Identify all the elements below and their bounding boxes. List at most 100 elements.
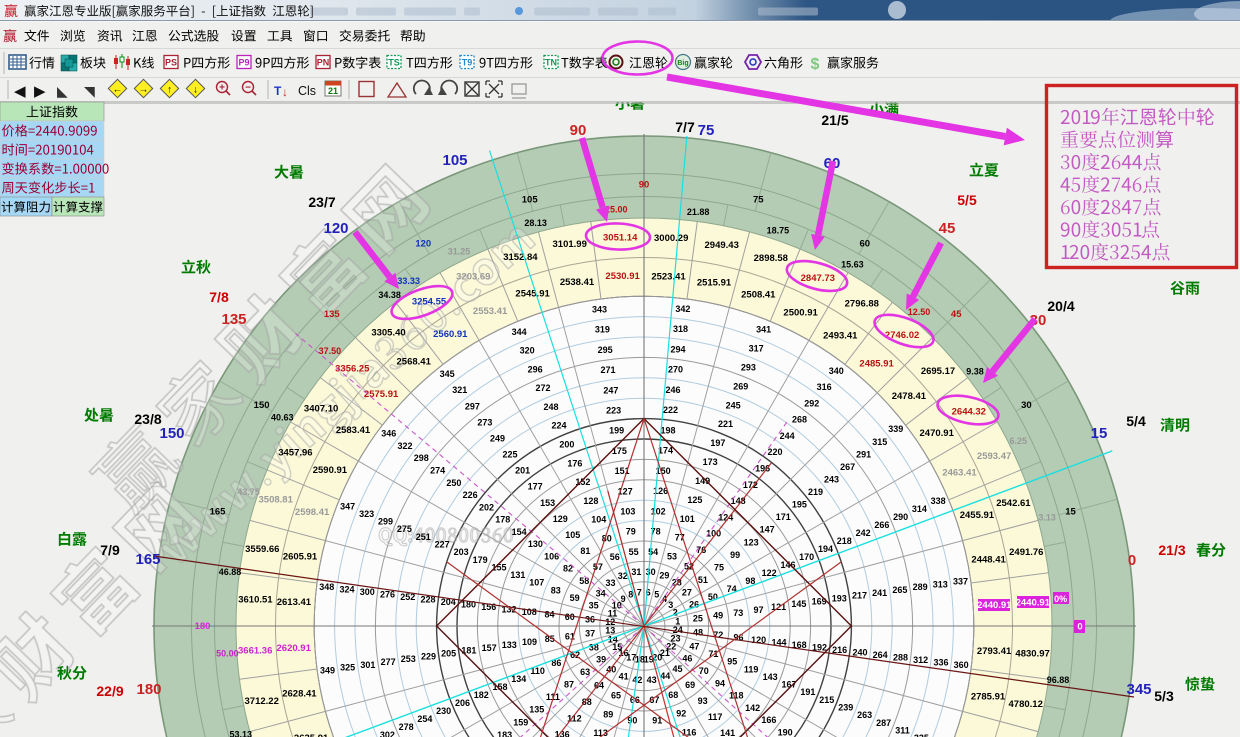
svg-text:317: 317 <box>749 344 764 354</box>
svg-text:222: 222 <box>663 405 678 415</box>
svg-text:271: 271 <box>600 365 615 375</box>
svg-text:90: 90 <box>570 122 587 139</box>
svg-text:2695.17: 2695.17 <box>921 366 955 377</box>
svg-text:3457.96: 3457.96 <box>278 448 312 459</box>
svg-text:29: 29 <box>659 571 669 581</box>
svg-text:200: 200 <box>559 440 574 450</box>
svg-text:2620.91: 2620.91 <box>277 643 312 654</box>
svg-text:274: 274 <box>430 466 445 476</box>
svg-text:22/9: 22/9 <box>96 683 123 699</box>
svg-text:196: 196 <box>755 464 770 474</box>
svg-text:319: 319 <box>595 325 610 335</box>
svg-text:108: 108 <box>522 607 537 617</box>
svg-text:290: 290 <box>893 512 908 522</box>
svg-text:79: 79 <box>626 527 636 537</box>
svg-text:175: 175 <box>612 446 627 456</box>
svg-text:30: 30 <box>1021 400 1032 411</box>
svg-text:227: 227 <box>435 540 450 550</box>
svg-text:179: 179 <box>473 555 488 565</box>
svg-text:154: 154 <box>512 527 527 537</box>
svg-text:291: 291 <box>856 449 871 459</box>
svg-text:+: + <box>219 83 225 94</box>
svg-text:181: 181 <box>461 646 476 656</box>
svg-text:2491.76: 2491.76 <box>1009 547 1043 558</box>
svg-text:27: 27 <box>682 588 692 598</box>
svg-text:169: 169 <box>812 596 827 606</box>
svg-text:2455.91: 2455.91 <box>960 510 995 521</box>
svg-text:T9: T9 <box>462 58 473 68</box>
svg-text:198: 198 <box>660 425 675 435</box>
svg-text:◀: ◀ <box>14 83 26 100</box>
svg-text:3610.51: 3610.51 <box>238 594 273 605</box>
svg-text:342: 342 <box>675 304 690 314</box>
svg-text:9.38: 9.38 <box>966 367 984 377</box>
svg-text:105: 105 <box>565 530 580 540</box>
svg-text:◣: ◣ <box>57 83 68 99</box>
svg-text:247: 247 <box>603 385 618 395</box>
svg-text:2: 2 <box>673 608 678 618</box>
svg-text:134: 134 <box>511 674 526 684</box>
svg-text:2575.91: 2575.91 <box>364 389 399 400</box>
svg-text:217: 217 <box>852 591 867 601</box>
svg-text:84: 84 <box>544 609 554 619</box>
svg-text:3305.40: 3305.40 <box>371 328 405 339</box>
svg-text:348: 348 <box>319 582 334 592</box>
svg-text:3203.69: 3203.69 <box>456 271 490 282</box>
svg-text:99: 99 <box>730 550 740 560</box>
svg-text:21/3: 21/3 <box>1158 542 1185 558</box>
svg-text:5/4: 5/4 <box>1126 413 1146 429</box>
svg-text:TS: TS <box>388 58 400 68</box>
svg-text:299: 299 <box>378 517 393 527</box>
svg-text:3508.81: 3508.81 <box>259 495 294 506</box>
svg-text:↓: ↓ <box>193 85 198 96</box>
svg-text:312: 312 <box>913 655 928 665</box>
svg-text:46: 46 <box>682 654 692 664</box>
svg-text:133: 133 <box>502 640 517 650</box>
svg-text:93: 93 <box>698 696 708 706</box>
svg-text:253: 253 <box>401 654 416 664</box>
svg-text:2628.41: 2628.41 <box>282 689 317 700</box>
svg-text:56: 56 <box>610 552 620 562</box>
svg-text:0: 0 <box>1128 552 1136 569</box>
svg-text:21/5: 21/5 <box>821 112 848 128</box>
svg-text:2500.91: 2500.91 <box>783 307 818 318</box>
svg-text:7/7: 7/7 <box>675 119 695 135</box>
svg-text:Big: Big <box>677 60 688 67</box>
svg-text:180: 180 <box>136 681 161 698</box>
svg-text:←: ← <box>113 85 123 96</box>
svg-text:2583.41: 2583.41 <box>336 425 371 436</box>
svg-text:23/8: 23/8 <box>134 411 161 427</box>
svg-text:23: 23 <box>670 634 680 644</box>
svg-text:94: 94 <box>715 678 725 688</box>
svg-text:318: 318 <box>673 324 688 334</box>
svg-text:65: 65 <box>611 690 621 700</box>
svg-text:322: 322 <box>397 441 412 451</box>
svg-text:323: 323 <box>359 509 374 519</box>
svg-text:241: 241 <box>872 588 887 598</box>
svg-text:224: 224 <box>551 421 566 431</box>
svg-text:248: 248 <box>543 402 558 412</box>
svg-text:190: 190 <box>778 727 793 737</box>
svg-text:297: 297 <box>465 401 480 411</box>
svg-text:215: 215 <box>819 695 834 705</box>
svg-text:116: 116 <box>682 727 697 737</box>
svg-text:316: 316 <box>817 382 832 392</box>
svg-text:2508.41: 2508.41 <box>741 290 776 301</box>
svg-text:68: 68 <box>668 690 678 700</box>
svg-text:176: 176 <box>567 458 582 468</box>
svg-text:21: 21 <box>328 86 338 96</box>
svg-text:336: 336 <box>933 658 948 668</box>
svg-text:340: 340 <box>829 366 844 376</box>
svg-text:341: 341 <box>756 325 771 335</box>
svg-text:96.88: 96.88 <box>1047 675 1070 685</box>
svg-text:250: 250 <box>446 478 461 488</box>
svg-text:345: 345 <box>1126 681 1151 698</box>
svg-text:344: 344 <box>512 327 527 337</box>
svg-text:197: 197 <box>710 438 725 448</box>
svg-text:109: 109 <box>522 637 537 647</box>
svg-text:165: 165 <box>135 551 160 568</box>
svg-text:122: 122 <box>762 568 777 578</box>
svg-text:246: 246 <box>665 385 680 395</box>
svg-text:314: 314 <box>912 504 927 514</box>
svg-text:87: 87 <box>564 680 574 690</box>
